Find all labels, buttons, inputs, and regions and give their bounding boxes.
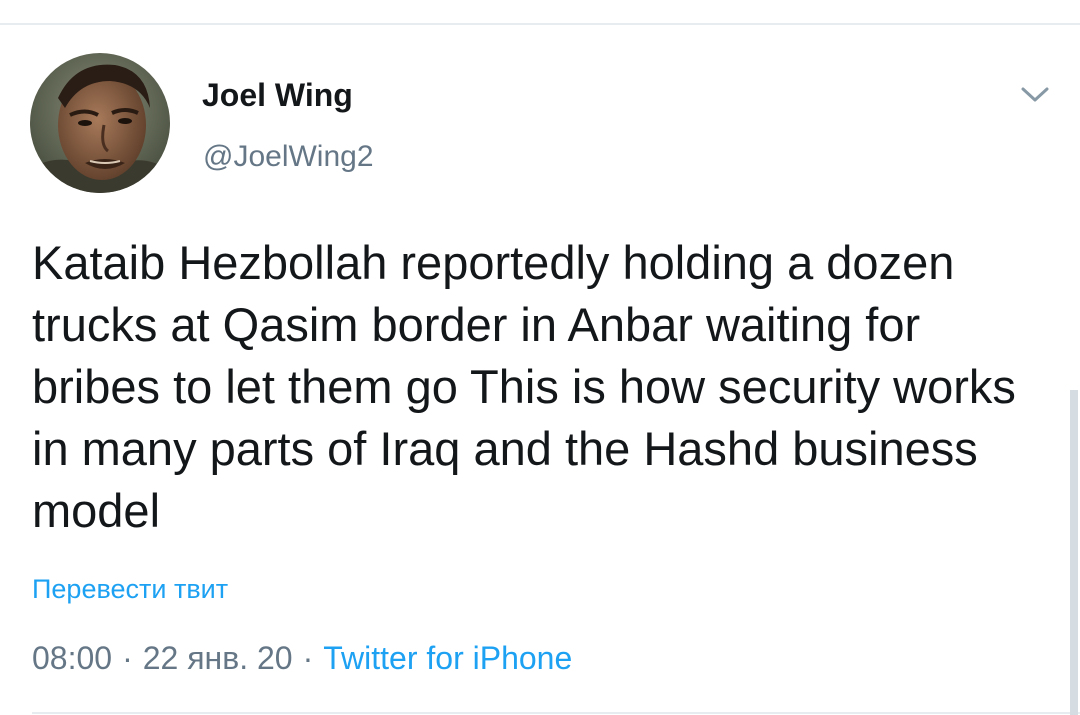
meta-separator: ·	[122, 640, 133, 676]
author-display-name[interactable]: Joel Wing	[202, 77, 353, 114]
tweet-meta: 08:00 · 22 янв. 20 · Twitter for iPhone	[32, 640, 572, 677]
tweet-time: 08:00	[32, 640, 113, 676]
tweet-detail-view: Joel Wing @JoelWing2 Kataib Hezbollah re…	[0, 0, 1080, 715]
author-handle[interactable]: @JoelWing2	[203, 140, 374, 174]
avatar[interactable]	[30, 53, 170, 193]
meta-separator: ·	[302, 640, 314, 676]
tweet-text: Kataib Hezbollah reportedly holding a do…	[32, 236, 1016, 537]
bottom-divider	[32, 712, 1080, 714]
top-divider	[0, 23, 1080, 25]
translate-tweet-link[interactable]: Перевести твит	[32, 574, 228, 605]
tweet-source-link[interactable]: Twitter for iPhone	[323, 640, 572, 676]
scrollbar-thumb[interactable]	[1070, 390, 1078, 715]
chevron-down-icon[interactable]	[1015, 80, 1055, 108]
tweet-date: 22 янв. 20	[142, 640, 293, 676]
user-avatar-photo-icon	[30, 53, 170, 193]
